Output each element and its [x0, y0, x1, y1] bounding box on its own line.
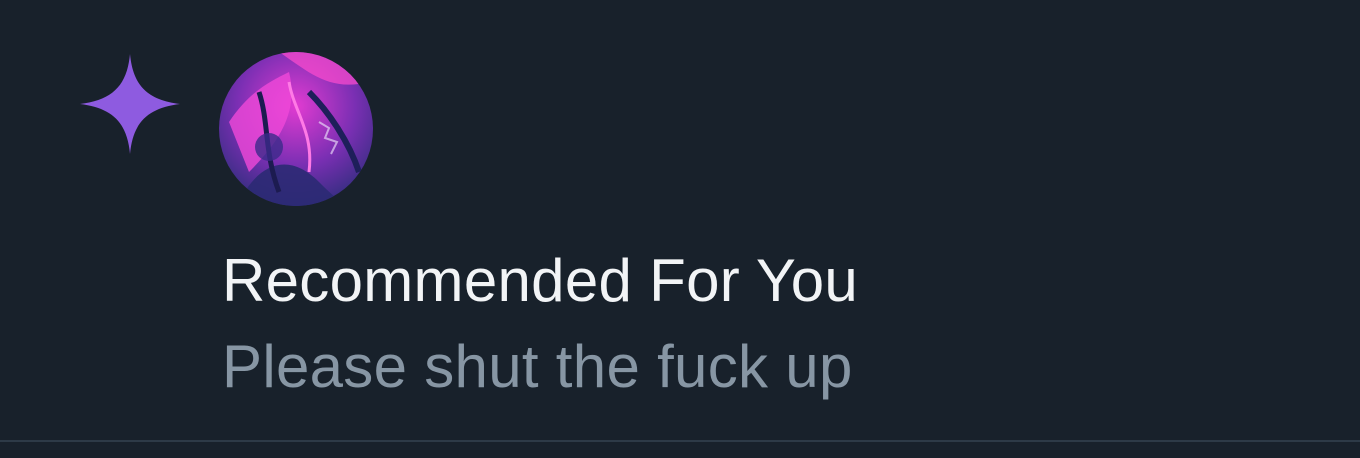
avatar-image: [219, 52, 373, 206]
avatar[interactable]: [219, 52, 373, 206]
notification-title: Recommended For You: [222, 247, 859, 314]
notification-item[interactable]: Recommended For You Please shut the fuck…: [0, 0, 1360, 458]
notification-message: Please shut the fuck up: [222, 333, 853, 400]
divider: [0, 440, 1360, 442]
sparkle-icon: [80, 54, 180, 154]
